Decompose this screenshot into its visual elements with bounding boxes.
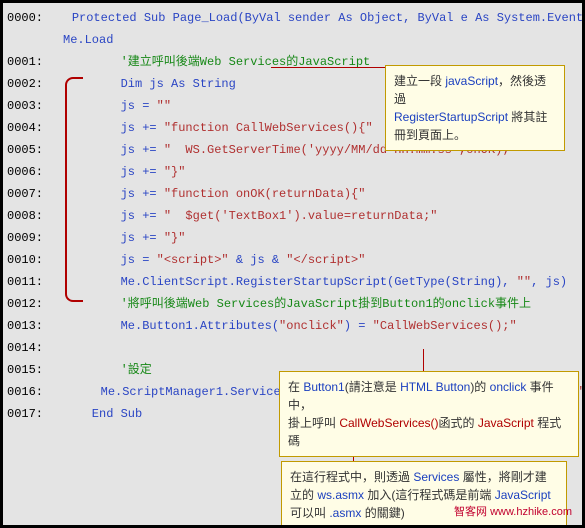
code-row: 0011: Me.ClientScript.RegisterStartupScr… (3, 271, 582, 293)
txt: JavaScript (495, 488, 551, 502)
code-row: 0009: js += "}" (3, 227, 582, 249)
txt: (請注意是 (345, 380, 400, 394)
leader-2 (423, 349, 424, 371)
callout-register-script: 建立一段 javaScript，然後透過 RegisterStartupScri… (385, 65, 565, 151)
code-span: "" (157, 99, 171, 113)
code-span: "function onOK(returnData){" (164, 187, 366, 201)
code-content: Protected Sub Page_Load(ByVal sender As … (43, 7, 585, 29)
code-span: "<script>" (157, 253, 229, 267)
code-span: ) = (344, 319, 373, 333)
txt: 加入(這行程式碼是前端 (367, 488, 494, 502)
txt: JavaScript (478, 416, 537, 430)
txt: CallWebServices() (339, 416, 438, 430)
txt: 可以叫 (290, 506, 329, 520)
code-span: Me.Load (63, 33, 113, 47)
code-span: " $get('TextBox1').value=returnData;" (164, 209, 438, 223)
txt: RegisterStartupScript (394, 110, 511, 124)
txt: ws.asmx (317, 488, 367, 502)
code-span: "}" (164, 231, 186, 245)
txt: 的關鍵) (365, 506, 405, 520)
code-span: '設定 (63, 363, 152, 377)
code-content: '建立呼叫後端Web Services的JavaScript (63, 51, 370, 73)
callout-onclick: 在 Button1(請注意是 HTML Button)的 onclick 事件中… (279, 371, 579, 457)
line-number: 0013: (3, 315, 63, 337)
line-number: 0012: (3, 293, 63, 315)
watermark: 智客网 www.hzhike.com (454, 503, 572, 519)
line-number: 0009: (3, 227, 63, 249)
code-row: 0010: js = "<script>" & js & "</script>" (3, 249, 582, 271)
code-content: js = "<script>" & js & "</script>" (63, 249, 365, 271)
line-number: 0003: (3, 95, 63, 117)
line-number: 0000: (3, 7, 43, 29)
code-content: '將呼叫後端Web Services的JavaScript掛到Button1的o… (63, 293, 531, 315)
line-number: 0004: (3, 117, 63, 139)
txt: 在 (288, 380, 303, 394)
txt: 冊到頁面上。 (394, 128, 466, 142)
line-number: 0016: (3, 381, 43, 403)
line-number: 0001: (3, 51, 63, 73)
txt: 掛上呼叫 (288, 416, 339, 430)
txt: javaScript (445, 74, 498, 88)
code-span: "" (517, 275, 531, 289)
code-row: 0008: js += " $get('TextBox1').value=ret… (3, 205, 582, 227)
code-span: Me.ClientScript.RegisterStartupScript(Ge… (63, 275, 517, 289)
txt: HTML Button (400, 380, 470, 394)
txt: Button1 (303, 380, 344, 394)
code-span: Dim js As String (63, 77, 236, 91)
code-span: End Sub (63, 407, 142, 421)
code-document: 0000: Protected Sub Page_Load(ByVal send… (0, 0, 585, 528)
brace-group-1 (65, 77, 83, 302)
line-number: 0008: (3, 205, 63, 227)
code-content: js += "function CallWebServices(){" (63, 117, 373, 139)
code-span: & js & (229, 253, 287, 267)
code-row: 0007: js += "function onOK(returnData){" (3, 183, 582, 205)
code-span: "onclick" (279, 319, 344, 333)
line-number: 0010: (3, 249, 63, 271)
code-span: "}" (164, 165, 186, 179)
code-content: Me.Button1.Attributes("onclick") = "Call… (63, 315, 517, 337)
code-content: '設定 (63, 359, 152, 381)
txt: 屬性，將剛才建 (463, 470, 547, 484)
code-span: "function CallWebServices(){" (164, 121, 373, 135)
line-number: 0017: (3, 403, 63, 425)
code-span: , js) (531, 275, 567, 289)
line-number: 0014: (3, 337, 63, 359)
txt: onclick (490, 380, 530, 394)
code-span: '將呼叫後端Web Services的JavaScript掛到Button1的o… (63, 297, 531, 311)
code-content: js += "function onOK(returnData){" (63, 183, 365, 205)
txt: 立的 (290, 488, 317, 502)
line-number: 0006: (3, 161, 63, 183)
code-row: 0012: '將呼叫後端Web Services的JavaScript掛到But… (3, 293, 582, 315)
code-row: 0014: (3, 337, 582, 359)
leader-1 (271, 67, 385, 68)
code-content: Me.Load (63, 29, 113, 51)
code-row: 0013: Me.Button1.Attributes("onclick") =… (3, 315, 582, 337)
code-content: Me.ClientScript.RegisterStartupScript(Ge… (63, 271, 567, 293)
txt: 在這行程式中，則透過 (290, 470, 413, 484)
line-number: 0002: (3, 73, 63, 95)
line-number: 0015: (3, 359, 63, 381)
txt: )的 (470, 380, 489, 394)
txt: 建立一段 (394, 74, 445, 88)
txt: 函式的 (438, 416, 477, 430)
txt: 將其註 (511, 110, 547, 124)
code-span: Me.Button1.Attributes( (63, 319, 279, 333)
code-span: "</script>" (286, 253, 365, 267)
line-number: 0007: (3, 183, 63, 205)
code-row: 0006: js += "}" (3, 161, 582, 183)
txt: .asmx (329, 506, 364, 520)
code-span: Protected Sub Page_Load(ByVal sender As … (43, 11, 585, 25)
line-number: 0005: (3, 139, 63, 161)
line-number: 0011: (3, 271, 63, 293)
code-content: js += " $get('TextBox1').value=returnDat… (63, 205, 437, 227)
code-row: 0000: Protected Sub Page_Load(ByVal send… (3, 7, 582, 29)
code-content: End Sub (63, 403, 142, 425)
code-span: "CallWebServices();" (373, 319, 517, 333)
txt: Services (413, 470, 462, 484)
code-row: Me.Load (3, 29, 582, 51)
code-content: Dim js As String (63, 73, 236, 95)
